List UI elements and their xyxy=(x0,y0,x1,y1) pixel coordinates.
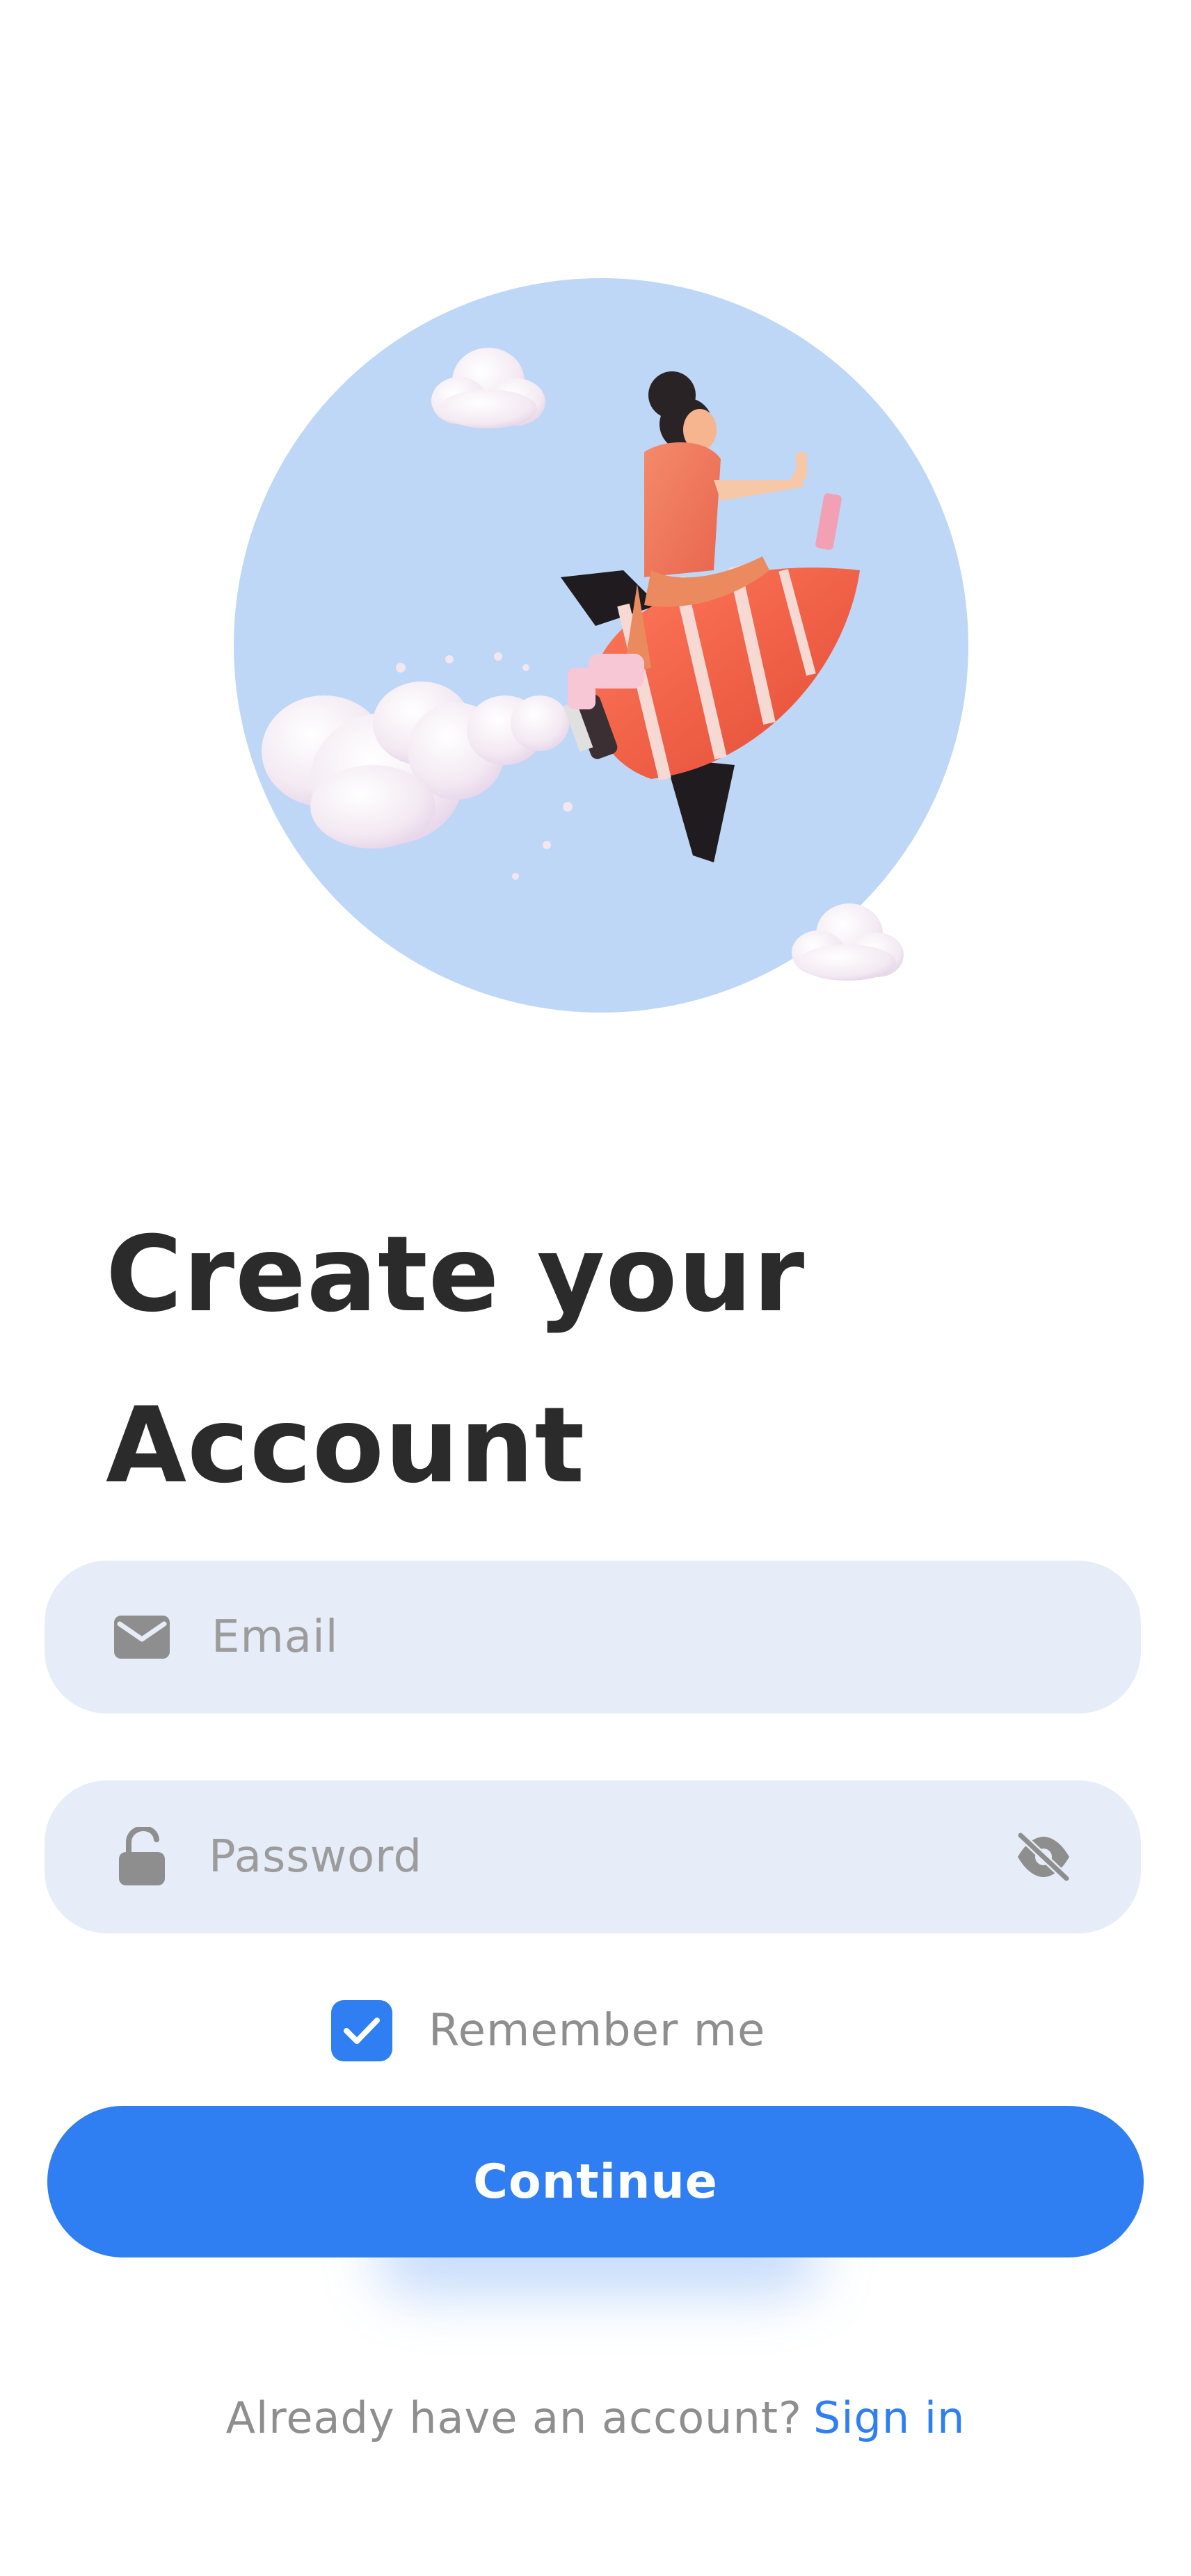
password-placeholder: Password xyxy=(209,1831,422,1883)
checkmark-icon xyxy=(344,2018,380,2044)
lock-icon xyxy=(106,1821,178,1893)
sign-in-link[interactable]: Sign in xyxy=(813,2392,965,2443)
password-field[interactable]: Password xyxy=(45,1780,1141,1933)
cloud-bottom-right xyxy=(792,903,904,981)
remember-me-row[interactable]: Remember me xyxy=(331,1999,765,2063)
remember-me-checkbox[interactable] xyxy=(331,2000,392,2061)
continue-button[interactable]: Continue xyxy=(47,2106,1144,2257)
eye-off-icon[interactable] xyxy=(1009,1822,1078,1892)
title-line-1: Create your xyxy=(106,1214,806,1335)
cloud-top-left xyxy=(431,348,545,428)
remember-me-label: Remember me xyxy=(429,2005,766,2056)
exhaust-cloud xyxy=(262,652,573,880)
sign-in-prompt: Already have an account? Sign in xyxy=(0,2392,1191,2443)
page-title: Create your Account xyxy=(106,1189,1080,1531)
title-line-2: Account xyxy=(106,1385,586,1506)
sign-in-prompt-text: Already have an account? xyxy=(225,2392,802,2443)
email-placeholder: Email xyxy=(211,1611,339,1663)
mail-icon xyxy=(106,1601,178,1673)
email-field[interactable]: Email xyxy=(45,1561,1141,1714)
